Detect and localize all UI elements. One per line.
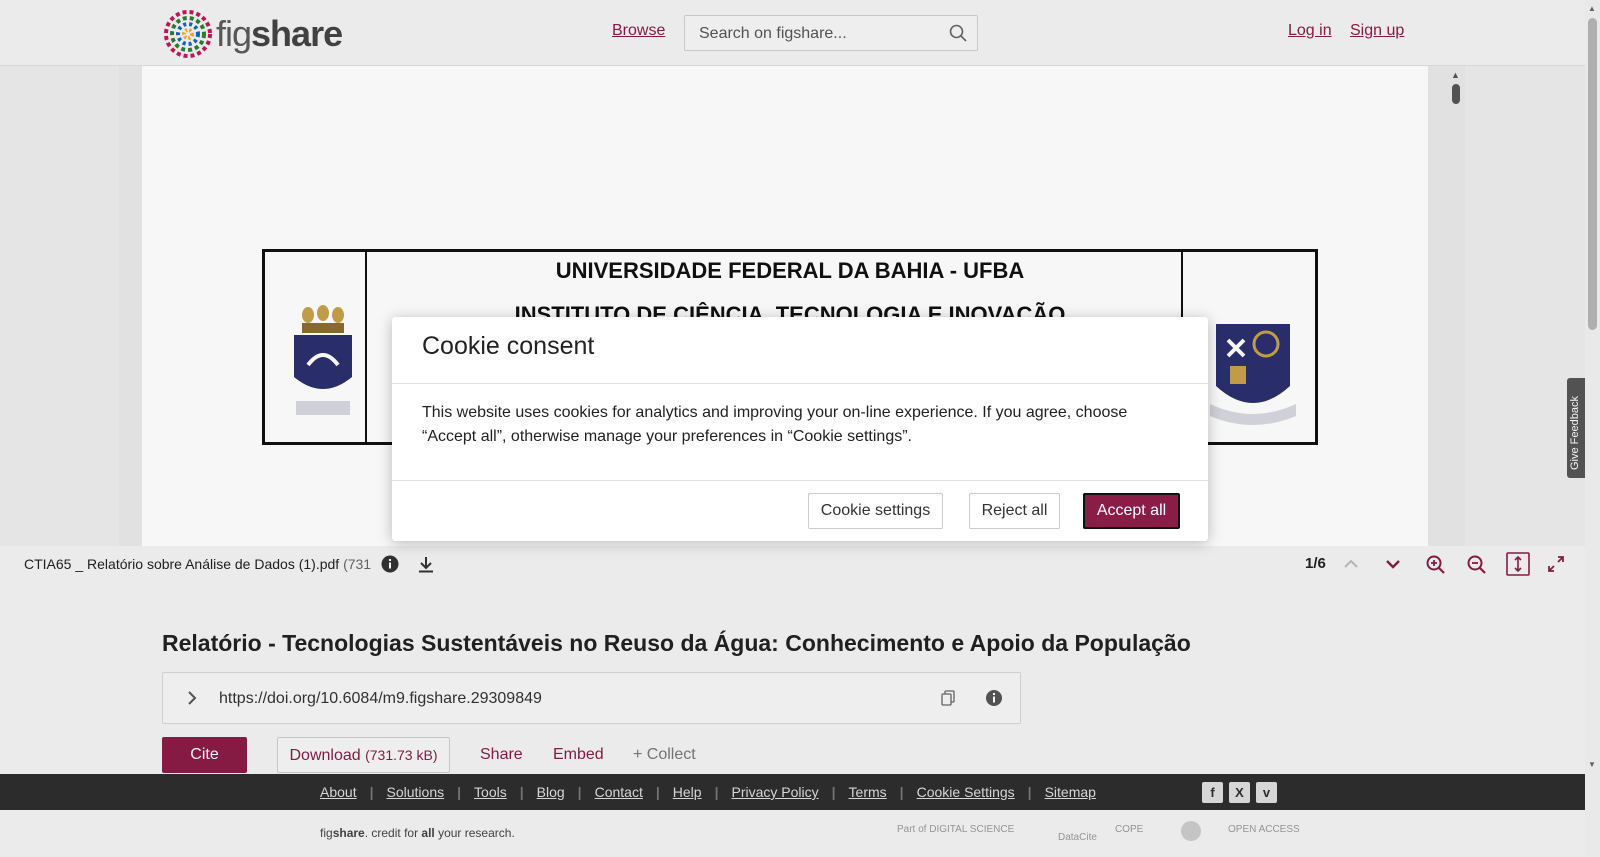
cookie-settings-button[interactable]: Cookie settings [808, 493, 943, 529]
cookie-dialog-title: Cookie consent [422, 332, 595, 360]
cookie-dialog-header: Cookie consent [392, 317, 1208, 384]
accept-all-button[interactable]: Accept all [1083, 493, 1180, 529]
cookie-consent-dialog: Cookie consent This website uses cookies… [392, 317, 1208, 541]
reject-all-button[interactable]: Reject all [969, 493, 1060, 529]
cookie-dialog-message: This website uses cookies for analytics … [422, 404, 1128, 445]
cookie-dialog-divider [392, 480, 1208, 481]
